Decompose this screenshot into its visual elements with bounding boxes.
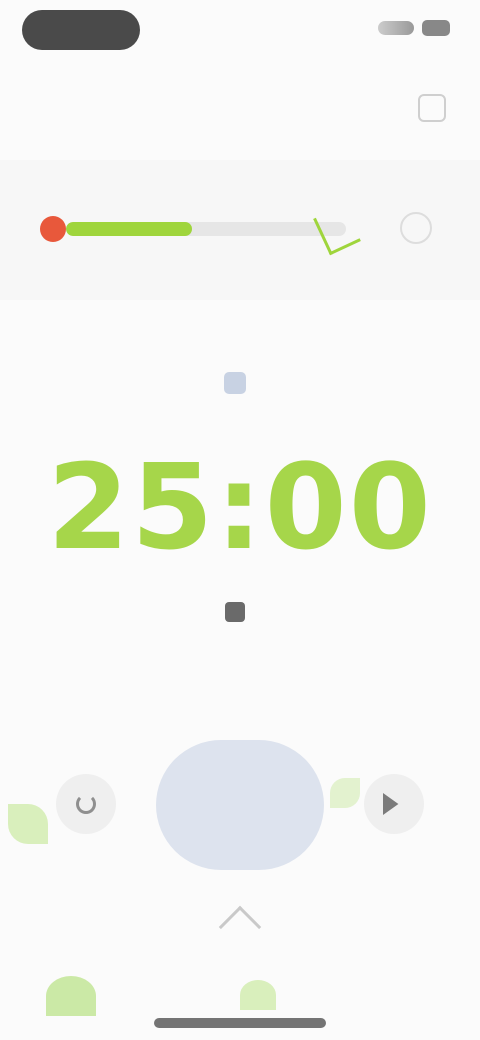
skip-icon — [383, 793, 399, 815]
checkmark-icon — [313, 204, 361, 256]
timer-display: 25:00 — [47, 438, 433, 576]
focus-label-row — [0, 372, 480, 394]
reset-icon — [76, 794, 96, 814]
status-icons — [378, 20, 450, 36]
status-time — [22, 10, 140, 50]
home-indicator[interactable] — [154, 1018, 326, 1028]
progress-fill — [66, 222, 192, 236]
progress-start-dot — [40, 216, 66, 242]
settings-icon[interactable] — [418, 94, 446, 122]
leaf-decoration — [8, 804, 48, 844]
session-row[interactable] — [0, 602, 480, 622]
reset-button[interactable] — [56, 774, 116, 834]
skip-button[interactable] — [364, 774, 424, 834]
plant-decoration — [240, 980, 276, 1010]
goal-icon[interactable] — [400, 212, 432, 244]
header — [0, 78, 480, 138]
signal-icon — [378, 21, 414, 35]
timer-controls — [0, 740, 480, 870]
progress-bar — [66, 222, 346, 236]
leaf-decoration — [330, 778, 360, 808]
chevron-up-icon[interactable] — [218, 905, 262, 949]
battery-icon — [422, 20, 450, 36]
start-button[interactable] — [156, 740, 324, 870]
progress-card — [0, 160, 480, 300]
session-icon — [225, 602, 245, 622]
focus-icon — [224, 372, 246, 394]
status-bar — [0, 0, 480, 60]
plant-decoration — [46, 976, 96, 1016]
